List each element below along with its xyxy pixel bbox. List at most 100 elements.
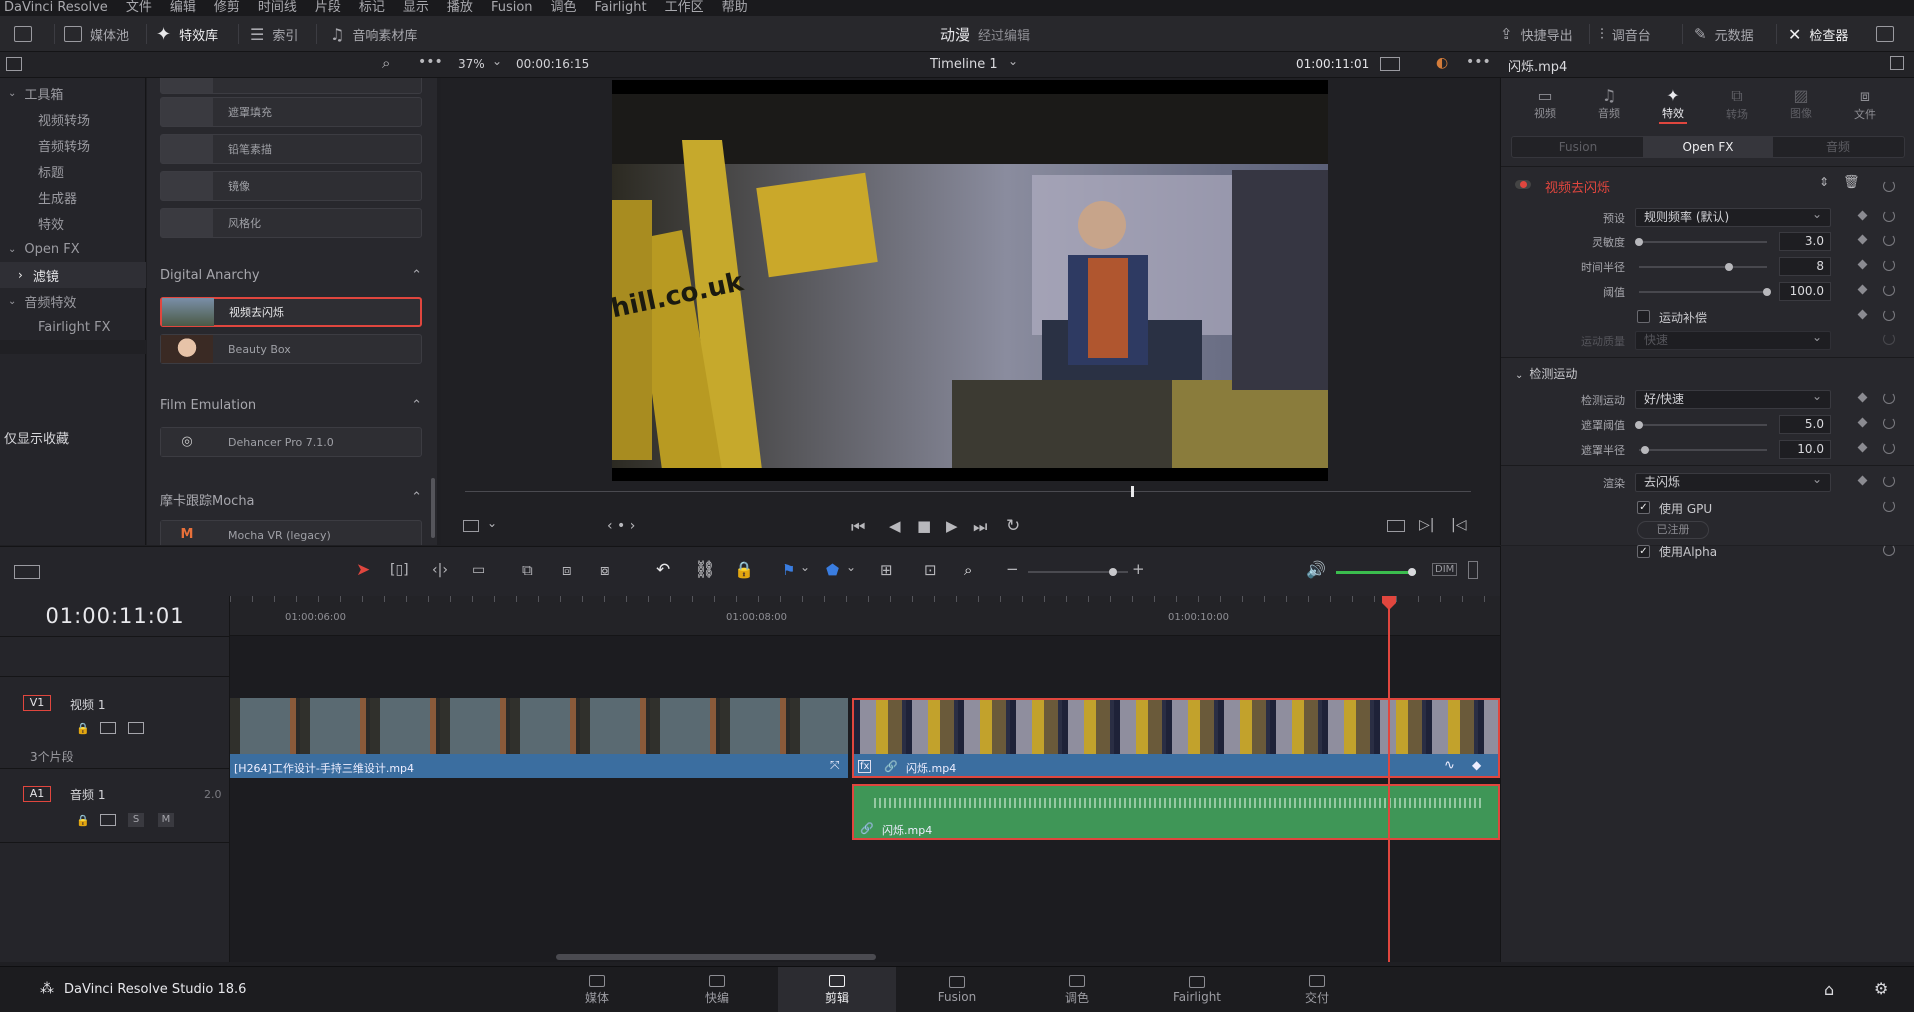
stop-icon[interactable]: ■	[917, 517, 931, 535]
menu-trim[interactable]: 修剪	[214, 1, 240, 15]
effect-reset-icon[interactable]	[1883, 180, 1895, 192]
detect-section-header[interactable]: ⌄ 检测运动	[1515, 365, 1577, 382]
tree-open-fx[interactable]: ⌄ Open FX	[0, 236, 146, 262]
zoom-out-icon[interactable]: −	[1006, 560, 1019, 578]
inspector-expand-icon[interactable]	[1890, 56, 1904, 70]
time-radius-slider[interactable]	[1639, 263, 1767, 271]
go-to-start-icon[interactable]: ⏮	[851, 517, 865, 537]
reset-icon[interactable]	[1883, 333, 1895, 345]
reset-icon[interactable]	[1883, 544, 1895, 556]
v1-auto-select-icon[interactable]	[100, 722, 116, 734]
viewer-more-icon[interactable]: •••	[1466, 54, 1491, 70]
scrubber-playhead[interactable]	[1131, 486, 1134, 497]
tab-effects[interactable]: ✦ 特效	[1645, 86, 1701, 121]
menu-fairlight[interactable]: Fairlight	[595, 1, 647, 15]
blade-tool-icon[interactable]: ▭	[472, 562, 485, 578]
menu-edit[interactable]: 编辑	[170, 1, 196, 15]
reset-icon[interactable]	[1883, 500, 1895, 512]
timeline-name[interactable]: Timeline 1	[930, 57, 998, 72]
menu-playback[interactable]: 播放	[447, 1, 473, 15]
keyframe-icon[interactable]	[1857, 234, 1868, 245]
speaker-icon[interactable]: 🔊	[1306, 560, 1326, 579]
sidebar-toggle-icon[interactable]	[6, 57, 22, 71]
effects-library-button[interactable]: ✦ 特效库	[156, 16, 218, 52]
media-pool-button[interactable]: 媒体池	[64, 16, 129, 52]
page-media[interactable]: 媒体	[538, 967, 656, 1012]
trim-tool-icon[interactable]: [▯]	[390, 562, 409, 578]
timeline-zoom-slider[interactable]	[1028, 568, 1128, 576]
home-icon[interactable]: ⌂	[1824, 980, 1834, 999]
sync-icon[interactable]: ◐	[1436, 55, 1448, 71]
settings-gear-icon[interactable]: ⚙	[1874, 979, 1888, 998]
a1-lock-icon[interactable]: 🔒	[76, 814, 90, 827]
selection-tool-icon[interactable]: ➤	[356, 560, 370, 580]
menu-workspace[interactable]: 工作区	[665, 1, 704, 15]
group-film-emulation[interactable]: Film Emulation ⌃	[160, 398, 422, 413]
timeline-dropdown-icon[interactable]: ⌄	[1008, 54, 1018, 68]
keyframe-icon[interactable]	[1857, 442, 1868, 453]
mask-threshold-slider[interactable]	[1635, 421, 1767, 429]
keyframe-icon[interactable]	[1857, 417, 1868, 428]
snapping-icon[interactable]: ↶	[656, 560, 670, 580]
delete-icon[interactable]: 🗑	[1843, 175, 1860, 190]
menu-clip[interactable]: 片段	[315, 1, 341, 15]
fx-item-mocha-vr[interactable]: M Mocha VR (legacy)	[160, 520, 422, 545]
a1-track-name[interactable]: 音频 1	[70, 786, 105, 803]
threshold-value[interactable]: 100.0	[1779, 282, 1831, 301]
a1-auto-select-icon[interactable]	[100, 814, 116, 826]
v1-track-enable-icon[interactable]	[128, 722, 144, 734]
tree-audio-transitions[interactable]: 音频转场	[0, 132, 146, 158]
dynamic-trim-icon[interactable]: ‹|›	[432, 562, 448, 578]
jog-control-icon[interactable]: ‹ • ›	[607, 518, 635, 534]
transform-icon[interactable]	[463, 520, 479, 532]
reset-icon[interactable]	[1883, 259, 1895, 271]
sensitivity-value[interactable]: 3.0	[1779, 232, 1831, 251]
zoom-level[interactable]: 37%	[458, 57, 485, 71]
fx-item-stylize[interactable]: 风格化	[160, 208, 422, 238]
tree-audio-effects[interactable]: ⌄ 音频特效	[0, 288, 146, 314]
page-color[interactable]: 调色	[1018, 967, 1136, 1012]
zoom-detail-icon[interactable]: ⊡	[924, 561, 937, 579]
timeline-tracks[interactable]: 01:00:06:00 01:00:08:00 01:00:10:00 [H26…	[230, 596, 1500, 962]
fx-item-pencil-sketch[interactable]: 铅笔素描	[160, 134, 422, 164]
zoom-custom-icon[interactable]: ⌕	[964, 561, 972, 579]
tab-file[interactable]: ⧈ 文件	[1837, 86, 1893, 122]
audio-clip[interactable]: 🔗 闪烁.mp4	[852, 784, 1500, 840]
reset-icon[interactable]	[1883, 442, 1895, 454]
a1-mute-button[interactable]: M	[158, 813, 174, 827]
menu-help[interactable]: 帮助	[722, 1, 748, 15]
render-dropdown[interactable]: 去闪烁	[1635, 471, 1831, 492]
index-button[interactable]: ☰ 索引	[250, 16, 298, 52]
tree-titles[interactable]: 标题	[0, 158, 146, 184]
keyframe-icon[interactable]	[1857, 210, 1868, 221]
menu-timeline[interactable]: 时间线	[258, 1, 297, 15]
a1-solo-button[interactable]: S	[128, 813, 144, 827]
marker-icon[interactable]: ⬟	[826, 561, 839, 579]
tree-video-transitions[interactable]: 视频转场	[0, 106, 146, 132]
position-lock-icon[interactable]: 🔒	[734, 560, 754, 579]
keyframe-icon[interactable]	[1857, 475, 1868, 486]
tab-audio[interactable]: ♫ 音频	[1581, 86, 1637, 121]
reset-icon[interactable]	[1883, 417, 1895, 429]
volume-slider[interactable]	[1336, 568, 1416, 576]
loop-icon[interactable]: ↻	[1006, 516, 1020, 536]
tree-effects[interactable]: 特效	[0, 210, 146, 236]
tree-fairlight-fx[interactable]: Fairlight FX	[0, 314, 146, 340]
tree-toolbox[interactable]: ⌄ 工具箱	[0, 80, 146, 106]
timeline-ruler[interactable]: 01:00:06:00 01:00:08:00 01:00:10:00	[230, 596, 1500, 636]
page-fairlight[interactable]: Fairlight	[1138, 967, 1256, 1012]
inspector-button[interactable]: ✕ 检查器	[1788, 16, 1848, 52]
keyframe-icon[interactable]	[1857, 259, 1868, 270]
flag-dropdown-icon[interactable]: ⌄	[800, 560, 810, 574]
menu-fusion[interactable]: Fusion	[491, 1, 533, 15]
group-digital-anarchy[interactable]: Digital Anarchy ⌃	[160, 268, 422, 283]
preset-dropdown[interactable]: 规则频率 (默认)	[1635, 206, 1831, 227]
motion-quality-dropdown[interactable]: 快速	[1635, 329, 1831, 350]
fx-list-scrollbar[interactable]	[431, 478, 435, 538]
fx-item-partial[interactable]	[160, 78, 422, 94]
zoom-in-icon[interactable]: +	[1132, 560, 1145, 578]
scrubber-track[interactable]	[465, 491, 1471, 492]
registered-button[interactable]: 已注册	[1637, 521, 1709, 539]
dim-button[interactable]: DIM	[1432, 563, 1458, 576]
sound-library-button[interactable]: ♫ 音响素材库	[330, 16, 417, 52]
